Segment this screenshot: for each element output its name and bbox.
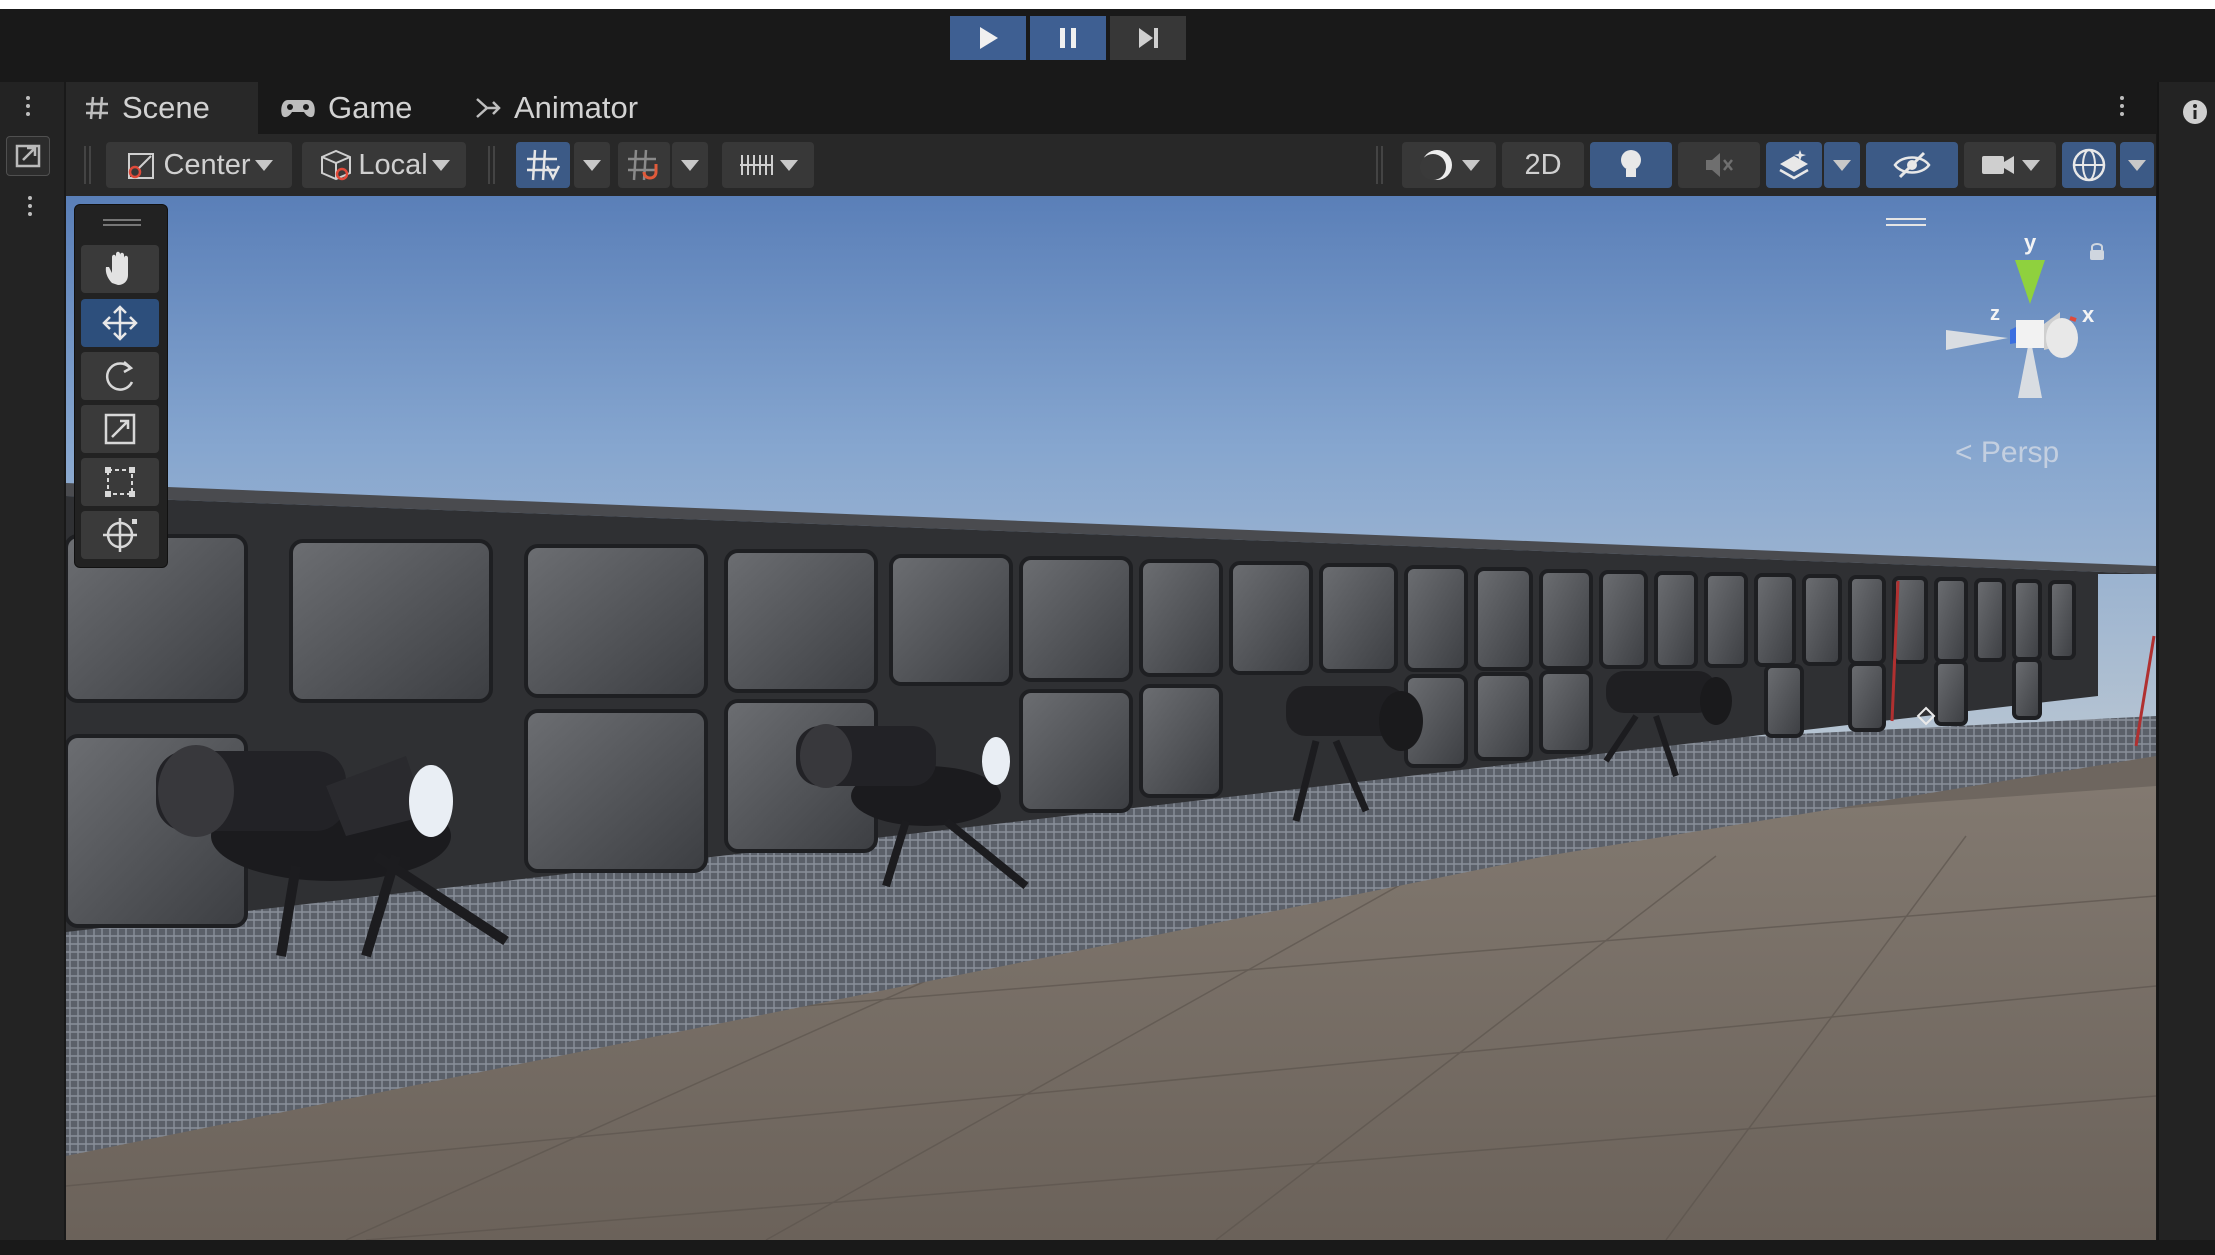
axis-gizmo-icon: y x z	[1946, 230, 2095, 398]
external-window-icon	[15, 144, 41, 168]
hidden-objects-toggle[interactable]	[1866, 142, 1958, 188]
rotate-tool-button[interactable]	[81, 352, 159, 400]
play-button[interactable]	[950, 16, 1026, 60]
left-menu-kebab-icon[interactable]	[26, 96, 30, 116]
chevron-down-icon	[431, 159, 450, 171]
space-label: Local	[358, 148, 428, 181]
toolbar-separator	[488, 146, 495, 184]
rotate-icon	[105, 361, 134, 391]
orientation-gizmo[interactable]: y x z	[1930, 220, 2130, 420]
pivot-dropdown[interactable]: Center	[106, 142, 292, 188]
increment-snap-toggle[interactable]	[618, 142, 670, 188]
scale-tool-button[interactable]	[81, 405, 159, 453]
scene-menu-kebab-icon[interactable]	[2120, 96, 2124, 116]
tab-bar: Scene Game Animator	[66, 82, 2166, 134]
chevron-down-icon	[780, 159, 798, 171]
audio-mute-icon	[1706, 153, 1733, 177]
transform-tool-button[interactable]	[81, 511, 159, 559]
gizmos-dropdown[interactable]	[2120, 142, 2154, 188]
increment-snap-dropdown[interactable]	[672, 142, 708, 188]
effects-toggle[interactable]	[1766, 142, 1822, 188]
gamepad-icon	[281, 100, 315, 118]
gizmos-toggle[interactable]	[2062, 142, 2116, 188]
snap-increment-icon	[628, 149, 658, 181]
mode-2d-toggle[interactable]: 2D	[1502, 142, 1584, 188]
move-arrows-icon	[102, 305, 138, 341]
ruler-icon	[740, 155, 773, 175]
video-camera-icon	[1982, 156, 2014, 174]
draw-mode-dropdown[interactable]	[1402, 142, 1496, 188]
animator-icon	[476, 98, 501, 118]
lightbulb-icon	[1621, 150, 1641, 177]
rect-transform-icon	[105, 467, 135, 497]
rect-tool-button[interactable]	[81, 458, 159, 506]
left-submenu-kebab-icon[interactable]	[28, 196, 32, 216]
play-controls	[950, 16, 1186, 60]
scale-icon	[104, 413, 136, 445]
gizmo-globe-icon	[2072, 148, 2106, 182]
right-dock-strip	[2157, 82, 2215, 1255]
transform-icon	[103, 518, 137, 552]
tools-overlay	[74, 204, 168, 568]
hand-tool-button[interactable]	[81, 245, 159, 293]
play-icon	[980, 27, 998, 49]
top-edge	[0, 0, 2215, 9]
local-space-icon	[321, 149, 352, 181]
chevron-down-icon	[1833, 159, 1851, 171]
tab-animator[interactable]: Animator	[474, 82, 638, 134]
step-button[interactable]	[1110, 16, 1186, 60]
audio-toggle[interactable]	[1678, 142, 1760, 188]
tab-game[interactable]: Game	[280, 82, 412, 134]
info-icon[interactable]	[2181, 98, 2209, 126]
eye-hidden-icon	[1893, 151, 1931, 179]
tab-scene[interactable]: Scene	[66, 82, 258, 134]
pivot-label: Center	[163, 148, 251, 181]
tab-animator-label: Animator	[514, 90, 639, 125]
move-tool-button[interactable]	[81, 299, 159, 347]
effects-dropdown[interactable]	[1824, 142, 1860, 188]
mode-2d-label: 2D	[1524, 148, 1562, 181]
gizmo-y-label: y	[2024, 230, 2037, 255]
grid-snap-dropdown[interactable]	[574, 142, 610, 188]
gizmo-grip[interactable]	[1886, 218, 1926, 226]
step-icon	[1139, 28, 1158, 48]
toolbar-grip	[84, 146, 91, 184]
scene-render	[66, 196, 2156, 1240]
chevron-down-icon	[681, 159, 699, 171]
tab-scene-label: Scene	[122, 90, 210, 125]
scene-toolbar: Center Local 2D	[66, 134, 2156, 196]
grid-snap-toggle[interactable]	[516, 142, 570, 188]
chevron-down-icon	[583, 159, 601, 171]
grid-icon	[86, 96, 108, 120]
camera-dropdown[interactable]	[1964, 142, 2056, 188]
chevron-down-icon	[1462, 159, 1480, 171]
pivot-center-icon	[128, 153, 155, 179]
chevron-down-icon	[2128, 159, 2146, 171]
projection-label: Persp	[1980, 436, 2060, 469]
layers-effects-icon	[1779, 150, 1809, 180]
grid-snapping-icon	[527, 149, 561, 181]
gizmo-z-label: z	[1990, 303, 2000, 325]
left-dock-strip	[0, 82, 64, 1255]
shading-sphere-icon	[1420, 150, 1452, 180]
bottom-edge	[0, 1240, 2215, 1255]
gizmo-x-label: x	[2082, 302, 2095, 327]
chevron-down-icon	[254, 159, 273, 171]
pause-button[interactable]	[1030, 16, 1106, 60]
chevron-left-icon: <	[1955, 436, 1973, 469]
lighting-toggle[interactable]	[1590, 142, 1672, 188]
toolbar-separator	[1376, 146, 1383, 184]
pause-icon	[1060, 28, 1076, 48]
dock-toggle-button[interactable]	[6, 136, 50, 176]
hand-icon	[105, 251, 128, 285]
tab-game-label: Game	[328, 90, 413, 125]
projection-toggle[interactable]: < Persp	[1955, 436, 2059, 470]
ruler-dropdown[interactable]	[722, 142, 814, 188]
space-dropdown[interactable]: Local	[302, 142, 466, 188]
overlay-grip[interactable]	[103, 219, 141, 226]
scene-viewport[interactable]	[66, 196, 2156, 1240]
chevron-down-icon	[2022, 159, 2040, 171]
